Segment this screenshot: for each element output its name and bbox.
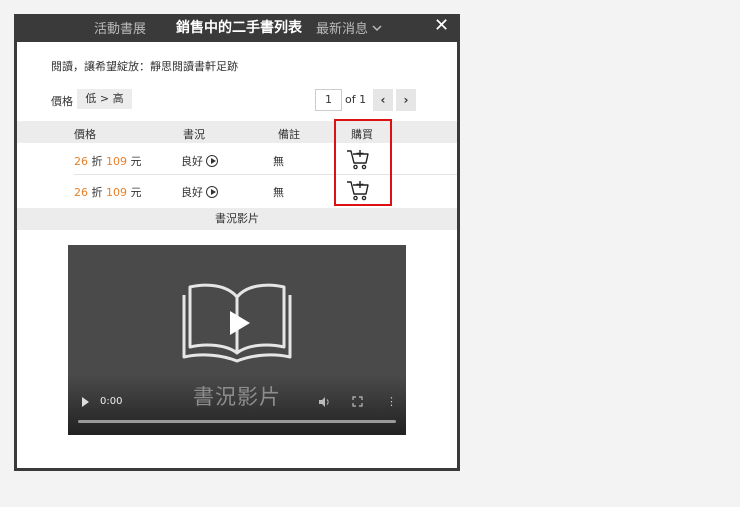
header-price: 價格 (74, 128, 96, 141)
video-time: 0:00 (100, 396, 123, 407)
price-cell: 26 折 109 元 (74, 184, 142, 200)
price-value: 109 (106, 186, 127, 199)
video-play-button[interactable] (82, 397, 89, 407)
sort-price-button[interactable]: 低 > 高 (77, 89, 132, 109)
header-condition: 書況 (183, 128, 205, 141)
modal-title: 銷售中的二手書列表 (176, 20, 302, 36)
tab-book-fair[interactable]: 活動書展 (94, 18, 146, 37)
discount-value: 26 (74, 186, 88, 199)
play-circle-icon[interactable] (206, 186, 218, 198)
condition-video-player[interactable]: 書況影片 0:00 ⋮ (68, 245, 406, 435)
page-number-input[interactable]: 1 (315, 89, 342, 111)
condition-text: 良好 (181, 155, 203, 168)
note-cell: 無 (273, 186, 284, 199)
price-unit: 元 (130, 186, 142, 199)
store-name: 閱讀，讓希望綻放：靜思閱讀書軒足跡 (51, 60, 238, 73)
note-cell: 無 (273, 155, 284, 168)
prev-page-button[interactable]: ‹ (373, 89, 393, 111)
tab-latest-news[interactable]: 最新消息 (316, 18, 382, 37)
condition-cell: 良好 (181, 153, 218, 169)
top-bar: 活動書展 銷售中的二手書列表 最新消息 ✕ (14, 14, 460, 42)
volume-icon[interactable] (318, 396, 330, 408)
open-book-icon (182, 283, 292, 363)
video-progress-bar[interactable] (78, 420, 396, 423)
used-books-modal: 閱讀，讓希望綻放：靜思閱讀書軒足跡 價格 低 > 高 1 of 1 ‹ › 價格… (17, 42, 457, 468)
buy-column-highlight (334, 119, 392, 206)
tab-latest-news-label: 最新消息 (316, 22, 369, 37)
discount-value: 26 (74, 155, 88, 168)
video-section-header: 書況影片 (17, 208, 457, 230)
close-button[interactable]: ✕ (434, 15, 449, 36)
video-more-options-button[interactable]: ⋮ (386, 395, 397, 408)
price-unit: 元 (130, 155, 142, 168)
condition-cell: 良好 (181, 184, 218, 200)
header-note: 備註 (278, 128, 300, 141)
discount-unit: 折 (91, 155, 103, 168)
page-total: of 1 (345, 93, 367, 106)
chevron-down-icon (372, 25, 382, 32)
sort-label: 價格 (51, 95, 73, 108)
play-circle-icon[interactable] (206, 155, 218, 167)
price-value: 109 (106, 155, 127, 168)
price-cell: 26 折 109 元 (74, 153, 142, 169)
condition-text: 良好 (181, 186, 203, 199)
discount-unit: 折 (91, 186, 103, 199)
fullscreen-icon[interactable] (352, 396, 363, 407)
next-page-button[interactable]: › (396, 89, 416, 111)
